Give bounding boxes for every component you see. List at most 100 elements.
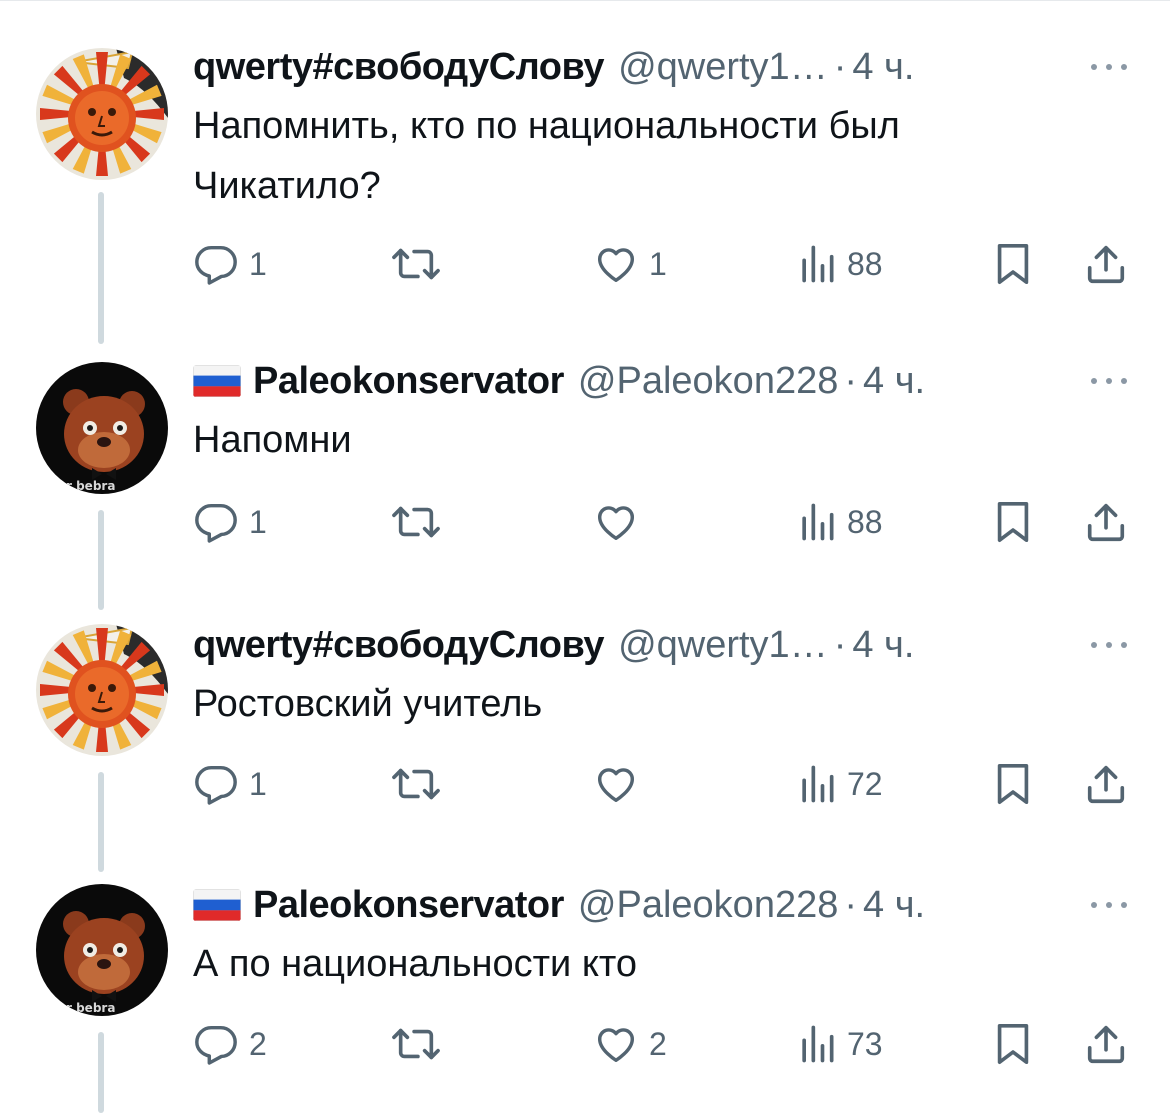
avatar[interactable]	[36, 48, 168, 180]
timestamp[interactable]: 4 ч.	[852, 46, 914, 89]
separator-dot: ·	[844, 883, 858, 926]
retweet-icon	[389, 761, 443, 807]
views-icon	[797, 762, 837, 806]
like-count: 2	[649, 1025, 667, 1062]
tweet-text: Напомнить, кто по национальности был Чик…	[193, 105, 900, 207]
tweet-header: Paleokonservator @Paleokon228 · 4 ч.	[193, 882, 925, 928]
like-button[interactable]	[593, 496, 649, 548]
retweet-icon	[389, 499, 443, 545]
share-icon	[1083, 241, 1129, 287]
thread-line	[98, 192, 104, 344]
thread-line	[98, 1032, 104, 1113]
reply-button[interactable]: 1	[193, 758, 267, 810]
bookmark-button[interactable]	[993, 496, 1033, 548]
views-count: 88	[847, 245, 883, 282]
thread-line	[98, 772, 104, 872]
retweet-button[interactable]	[389, 758, 453, 810]
retweet-button[interactable]	[389, 238, 453, 290]
top-divider	[0, 0, 1170, 1]
avatar[interactable]	[36, 624, 168, 756]
svg-text:r bebra: r bebra	[66, 1001, 115, 1015]
like-icon	[593, 499, 639, 545]
reply-icon	[193, 1021, 239, 1067]
more-icon[interactable]	[1086, 366, 1132, 396]
separator-dot: ·	[833, 45, 847, 88]
tweet-text: А по национальности кто	[193, 943, 637, 985]
tweet-header: qwerty#свободуСлову @qwerty1… · 4 ч.	[193, 44, 914, 90]
bookmark-button[interactable]	[993, 238, 1033, 290]
tweet-header: Paleokonservator @Paleokon228 · 4 ч.	[193, 358, 925, 404]
bookmark-icon	[993, 1021, 1033, 1067]
tweet-actions: 2 2 73	[193, 1018, 1153, 1070]
reply-button[interactable]: 1	[193, 238, 267, 290]
views-count: 72	[847, 765, 883, 802]
views-button[interactable]: 73	[797, 1018, 883, 1070]
display-name[interactable]: Paleokonservator	[253, 884, 564, 927]
reply-icon	[193, 241, 239, 287]
bookmark-button[interactable]	[993, 1018, 1033, 1070]
share-button[interactable]	[1083, 496, 1129, 548]
bookmark-icon	[993, 241, 1033, 287]
more-icon[interactable]	[1086, 630, 1132, 660]
timestamp[interactable]: 4 ч.	[863, 360, 925, 403]
reply-button[interactable]: 1	[193, 496, 267, 548]
bookmark-icon	[993, 499, 1033, 545]
tweet-actions: 1 88	[193, 496, 1153, 548]
share-button[interactable]	[1083, 758, 1129, 810]
timestamp[interactable]: 4 ч.	[863, 884, 925, 927]
separator-dot: ·	[833, 623, 847, 666]
russia-flag-icon	[193, 365, 241, 397]
views-icon	[797, 1022, 837, 1066]
handle[interactable]: @qwerty1…	[618, 46, 828, 89]
more-icon[interactable]	[1086, 890, 1132, 920]
reply-count: 1	[249, 503, 267, 540]
views-count: 88	[847, 503, 883, 540]
like-button[interactable]: 2	[593, 1018, 667, 1070]
like-button[interactable]: 1	[593, 238, 667, 290]
reply-button[interactable]: 2	[193, 1018, 267, 1070]
views-button[interactable]: 88	[797, 238, 883, 290]
retweet-icon	[389, 1021, 443, 1067]
tweet-actions: 1 1 88	[193, 238, 1153, 290]
display-name[interactable]: Paleokonservator	[253, 360, 564, 403]
like-count: 1	[649, 245, 667, 282]
avatar[interactable]: r bebra	[36, 362, 168, 494]
display-name[interactable]: qwerty#свободуСлову	[193, 46, 605, 89]
handle[interactable]: @Paleokon228	[578, 884, 838, 927]
reply-count: 1	[249, 245, 267, 282]
views-button[interactable]: 72	[797, 758, 883, 810]
like-icon	[593, 761, 639, 807]
tweet-text: Ростовский учитель	[193, 683, 543, 725]
share-icon	[1083, 761, 1129, 807]
tweet-header: qwerty#свободуСлову @qwerty1… · 4 ч.	[193, 622, 914, 668]
handle[interactable]: @qwerty1…	[618, 624, 828, 667]
more-icon[interactable]	[1086, 52, 1132, 82]
bookmark-button[interactable]	[993, 758, 1033, 810]
avatar[interactable]: r bebra	[36, 884, 168, 1016]
svg-text:r bebra: r bebra	[66, 479, 115, 493]
retweet-button[interactable]	[389, 496, 453, 548]
thread-line	[98, 510, 104, 610]
bookmark-icon	[993, 761, 1033, 807]
display-name[interactable]: qwerty#свободуСлову	[193, 624, 605, 667]
russia-flag-icon	[193, 889, 241, 921]
retweet-button[interactable]	[389, 1018, 453, 1070]
like-icon	[593, 1021, 639, 1067]
reply-count: 1	[249, 765, 267, 802]
separator-dot: ·	[844, 359, 858, 402]
reply-icon	[193, 761, 239, 807]
views-icon	[797, 500, 837, 544]
reply-icon	[193, 499, 239, 545]
retweet-icon	[389, 241, 443, 287]
views-button[interactable]: 88	[797, 496, 883, 548]
share-icon	[1083, 499, 1129, 545]
share-button[interactable]	[1083, 238, 1129, 290]
like-button[interactable]	[593, 758, 649, 810]
views-icon	[797, 242, 837, 286]
reply-count: 2	[249, 1025, 267, 1062]
like-icon	[593, 241, 639, 287]
share-button[interactable]	[1083, 1018, 1129, 1070]
tweet-actions: 1 72	[193, 758, 1153, 810]
timestamp[interactable]: 4 ч.	[852, 624, 914, 667]
handle[interactable]: @Paleokon228	[578, 360, 838, 403]
